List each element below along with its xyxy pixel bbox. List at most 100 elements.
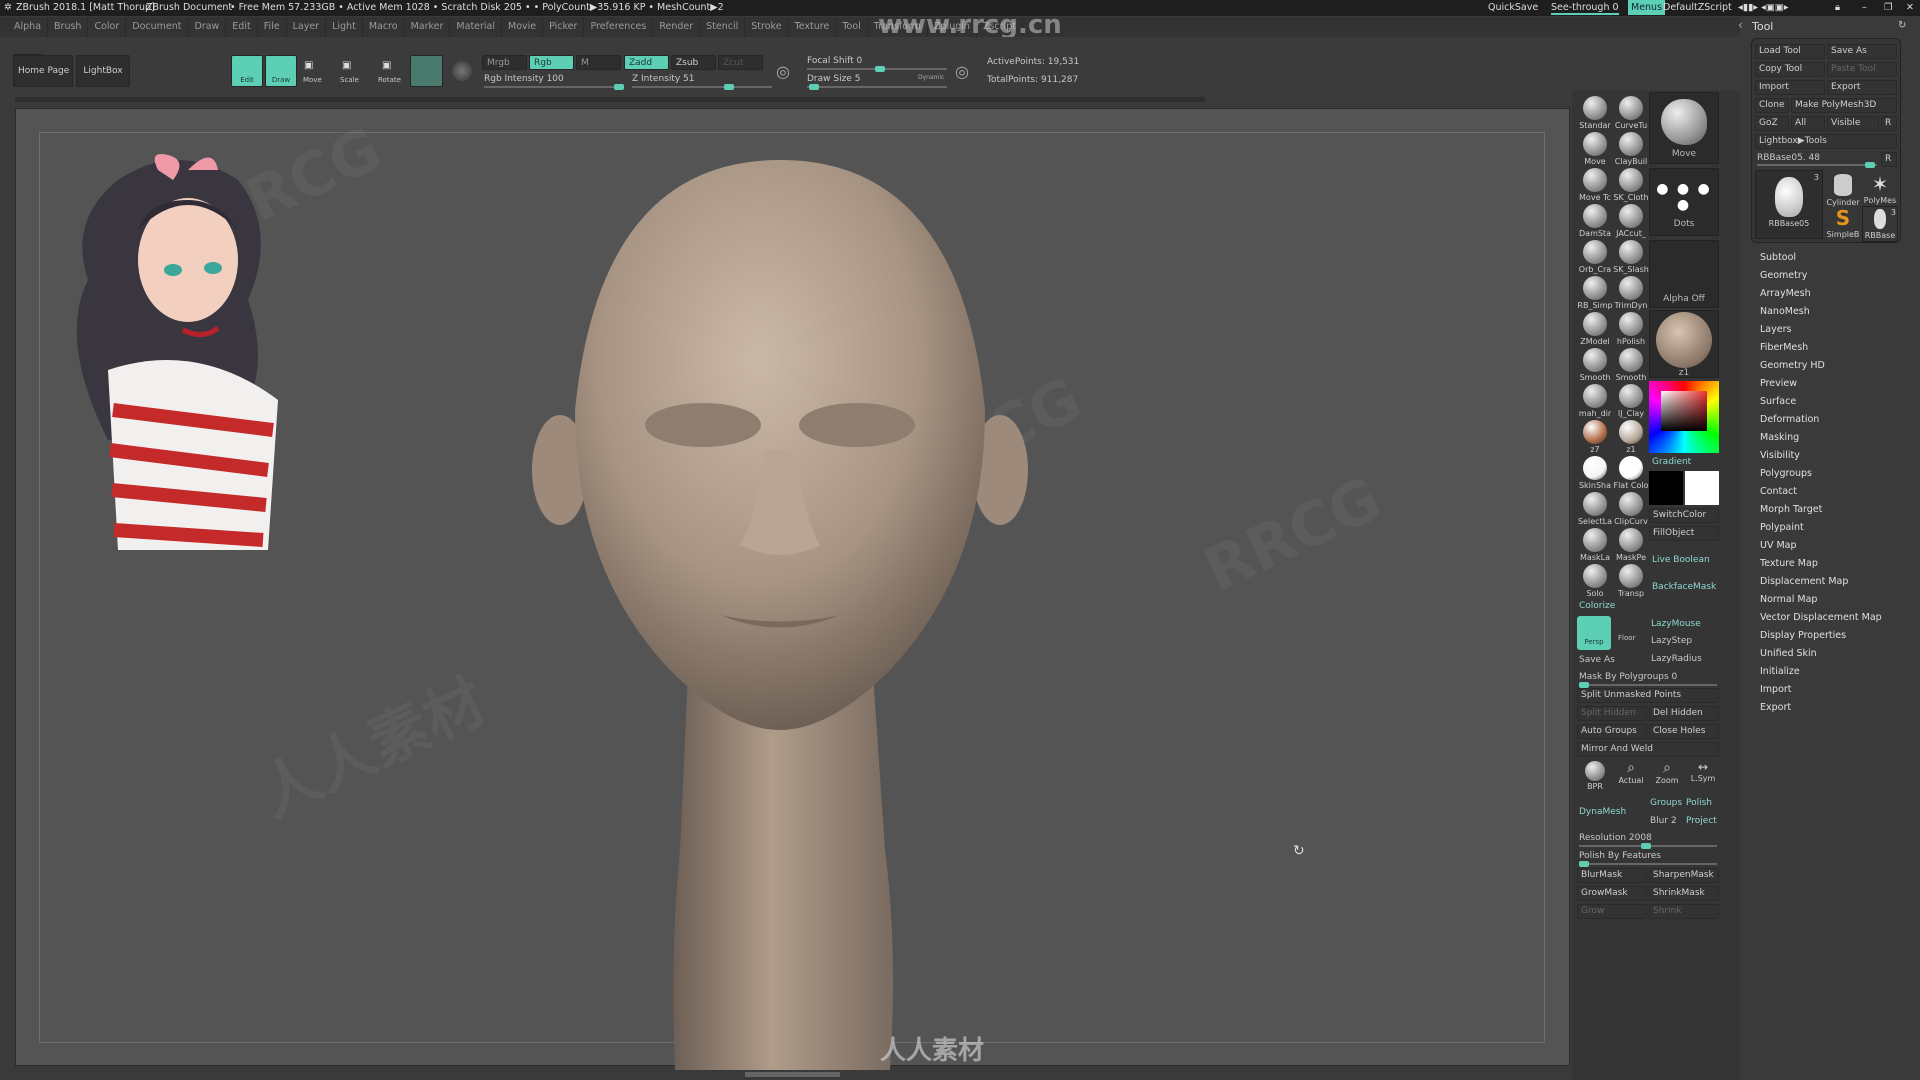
mask-polygroups-track[interactable] xyxy=(1579,682,1717,688)
brush-maskpe[interactable]: MaskPe xyxy=(1613,527,1649,563)
colorize-toggle[interactable]: Colorize xyxy=(1579,601,1615,611)
goz-button[interactable]: GoZ xyxy=(1755,116,1789,131)
paste-tool-button[interactable]: Paste Tool xyxy=(1827,62,1897,77)
tool-menu-layers[interactable]: Layers xyxy=(1760,324,1791,335)
growmask-button[interactable]: GrowMask xyxy=(1577,886,1647,901)
brush-transp[interactable]: Transp xyxy=(1613,563,1649,599)
tool-menu-visibility[interactable]: Visibility xyxy=(1760,450,1800,461)
lsym-button[interactable]: ↔ L.Sym xyxy=(1685,760,1721,792)
tool-menu-displacement-map[interactable]: Displacement Map xyxy=(1760,576,1848,587)
brush-claybuil[interactable]: ClayBuil xyxy=(1613,131,1649,167)
edit-button[interactable]: Edit xyxy=(231,55,263,87)
brush-damsta[interactable]: DamSta xyxy=(1577,203,1613,239)
menu-stencil[interactable]: Stencil xyxy=(700,17,746,37)
zsub-button[interactable]: Zsub xyxy=(671,55,716,70)
draw-icon[interactable]: ◎ xyxy=(955,62,969,81)
menu-preferences[interactable]: Preferences xyxy=(584,17,654,37)
brush-jaccut-[interactable]: JACcut_ xyxy=(1613,203,1649,239)
menu-alpha[interactable]: Alpha xyxy=(8,17,49,37)
tool-menu-export[interactable]: Export xyxy=(1760,702,1791,713)
bottom-tray-handle[interactable] xyxy=(745,1072,840,1077)
tool-menu-nanomesh[interactable]: NanoMesh xyxy=(1760,306,1810,317)
tool-menu-morph-target[interactable]: Morph Target xyxy=(1760,504,1822,515)
brush-skinsha[interactable]: SkinSha xyxy=(1577,455,1613,491)
current-tool-track[interactable] xyxy=(1757,162,1877,168)
load-tool-button[interactable]: Load Tool xyxy=(1755,44,1825,59)
secondary-color-swatch[interactable] xyxy=(1649,471,1683,505)
menu-tool[interactable]: Tool xyxy=(836,17,868,37)
tool-menu-masking[interactable]: Masking xyxy=(1760,432,1799,443)
tool-menu-polypaint[interactable]: Polypaint xyxy=(1760,522,1804,533)
goz-visible-button[interactable]: Visible xyxy=(1827,116,1879,131)
menus-toggle[interactable]: Menus xyxy=(1628,0,1666,15)
actual-button[interactable]: ⌕ Actual xyxy=(1613,760,1649,792)
menu-marker[interactable]: Marker xyxy=(405,17,451,37)
auto-groups-button[interactable]: Auto Groups xyxy=(1577,724,1647,739)
close-icon[interactable]: ✕ xyxy=(1906,2,1914,13)
brush-z7[interactable]: z7 xyxy=(1577,419,1613,455)
copy-tool-button[interactable]: Copy Tool xyxy=(1755,62,1825,77)
brush-zmodel[interactable]: ZModel xyxy=(1577,311,1613,347)
current-tool-slider[interactable]: RBBase05. 48 xyxy=(1757,153,1820,163)
brush-move[interactable]: Move xyxy=(1577,131,1613,167)
tool-thumb-simpleb[interactable]: S SimpleB xyxy=(1825,206,1861,242)
rgb-intensity-slider[interactable] xyxy=(484,84,624,90)
maximize-icon[interactable]: ❐ xyxy=(1884,2,1893,13)
menu-draw[interactable]: Draw xyxy=(188,17,227,37)
tool-menu-arraymesh[interactable]: ArrayMesh xyxy=(1760,288,1811,299)
rgb-button[interactable]: Rgb xyxy=(529,55,574,70)
menu-file[interactable]: File xyxy=(258,17,287,37)
tool-thumb-polymesh[interactable]: ✶ PolyMes xyxy=(1862,172,1898,208)
grow-button[interactable]: Grow xyxy=(1577,904,1647,919)
brush-clipcurv[interactable]: ClipCurv xyxy=(1613,491,1649,527)
goz-all-button[interactable]: All xyxy=(1791,116,1825,131)
fill-object-button[interactable]: FillObject xyxy=(1649,526,1719,541)
shelf-scrollbar[interactable] xyxy=(15,97,1205,102)
blurmask-button[interactable]: BlurMask xyxy=(1577,868,1647,883)
tool-menu-preview[interactable]: Preview xyxy=(1760,378,1797,389)
tool-menu-fibermesh[interactable]: FiberMesh xyxy=(1760,342,1808,353)
tool-menu-import[interactable]: Import xyxy=(1760,684,1792,695)
gradient-toggle[interactable]: Gradient xyxy=(1652,457,1691,467)
quicksave-button[interactable]: QuickSave xyxy=(1488,2,1538,13)
tool-menu-polygroups[interactable]: Polygroups xyxy=(1760,468,1812,479)
refresh-icon[interactable]: ↻ xyxy=(1898,20,1906,31)
brush-hpolish[interactable]: hPolish xyxy=(1613,311,1649,347)
tool-menu-vector-displacement-map[interactable]: Vector Displacement Map xyxy=(1760,612,1882,623)
tool-menu-geometry[interactable]: Geometry xyxy=(1760,270,1807,281)
menu-stroke[interactable]: Stroke xyxy=(745,17,789,37)
backface-mask-toggle[interactable]: BackfaceMask xyxy=(1652,582,1716,592)
stroke-tile[interactable]: ● ● ● ● Dots xyxy=(1649,168,1719,236)
resolution-track[interactable] xyxy=(1579,843,1717,849)
menu-render[interactable]: Render xyxy=(653,17,701,37)
tool-r-button[interactable]: R xyxy=(1881,152,1897,167)
brush-sk-cloth[interactable]: SK_Cloth xyxy=(1613,167,1649,203)
polish-by-features-slider[interactable]: Polish By Features xyxy=(1579,851,1661,861)
sphere-icon[interactable] xyxy=(452,61,472,81)
goz-r-button[interactable]: R xyxy=(1881,116,1897,131)
tool-menu-uv-map[interactable]: UV Map xyxy=(1760,540,1797,551)
save-as-tool-button[interactable]: Save As xyxy=(1827,44,1897,59)
bpr-button[interactable]: BPR xyxy=(1577,760,1613,792)
menu-layer[interactable]: Layer xyxy=(287,17,327,37)
lazystep-slider[interactable]: LazyStep xyxy=(1651,636,1692,646)
tool-menu-normal-map[interactable]: Normal Map xyxy=(1760,594,1817,605)
tool-thumb-rbbase05[interactable]: RBBase05 3 xyxy=(1755,170,1823,239)
save-as-button[interactable]: Save As xyxy=(1579,655,1615,665)
minimize-icon[interactable]: – xyxy=(1862,2,1867,13)
make-polymesh3d-button[interactable]: Make PolyMesh3D xyxy=(1791,98,1897,113)
dynamic-toggle[interactable]: Dynamic xyxy=(918,74,944,81)
zadd-button[interactable]: Zadd xyxy=(624,55,669,70)
brush-solo[interactable]: Solo xyxy=(1577,563,1613,599)
menu-color[interactable]: Color xyxy=(88,17,127,37)
tool-menu-deformation[interactable]: Deformation xyxy=(1760,414,1819,425)
material-tile[interactable]: z1 xyxy=(1649,310,1719,378)
tool-menu-surface[interactable]: Surface xyxy=(1760,396,1796,407)
brush-orb-cra[interactable]: Orb_Cra xyxy=(1577,239,1613,275)
draw-button[interactable]: Draw xyxy=(265,55,297,87)
brush-curvetu[interactable]: CurveTu xyxy=(1613,95,1649,131)
symmetry-icon[interactable] xyxy=(410,55,443,87)
move-button[interactable]: Move xyxy=(303,76,322,84)
tool-menu-geometry-hd[interactable]: Geometry HD xyxy=(1760,360,1825,371)
mask-by-polygroups-slider[interactable]: Mask By Polygroups 0 xyxy=(1579,672,1677,682)
